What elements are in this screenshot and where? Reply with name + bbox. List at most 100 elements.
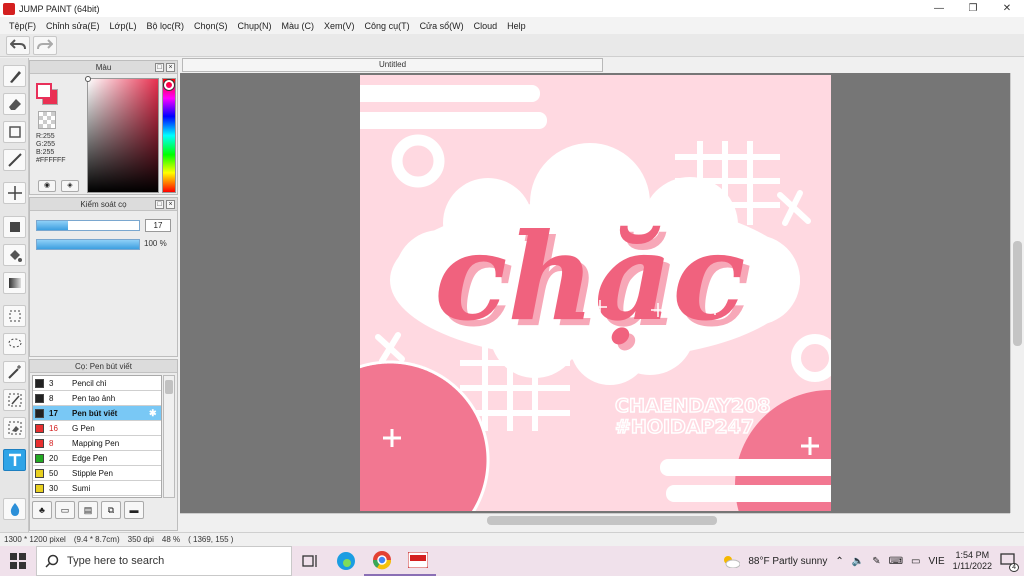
brush-group-button[interactable]: ♣ xyxy=(32,501,52,519)
move-tool[interactable] xyxy=(3,182,26,204)
color-history-button[interactable]: ◈ xyxy=(61,180,79,192)
weather-text[interactable]: 88°F Partly sunny xyxy=(748,556,827,567)
jump-paint-icon xyxy=(408,552,428,568)
brush-folder-button[interactable]: ▬ xyxy=(124,501,144,519)
menu-edit[interactable]: Chỉnh sửa(E) xyxy=(41,21,105,31)
start-button[interactable] xyxy=(0,546,36,576)
restore-button[interactable]: ❐ xyxy=(956,0,990,17)
fill-square-tool[interactable] xyxy=(3,216,26,238)
notifications-button[interactable]: 4 xyxy=(1000,552,1019,572)
sv-picker-handle[interactable] xyxy=(85,76,91,82)
brush-menu-button[interactable]: ▤ xyxy=(78,501,98,519)
taskbar-chrome[interactable] xyxy=(364,546,400,576)
brush-row[interactable]: 16 G Pen xyxy=(33,421,161,436)
panel-close-icon[interactable]: × xyxy=(166,200,175,209)
text-tool[interactable] xyxy=(3,449,26,471)
brush-row[interactable]: 17 Pen bút viết ✱ xyxy=(33,406,161,421)
marquee-icon xyxy=(9,310,20,322)
brush-row[interactable]: 50 Stipple Pen xyxy=(33,466,161,481)
brush-settings-icon[interactable]: ✱ xyxy=(149,408,161,419)
rgb-green: G:255 xyxy=(36,141,56,148)
tray-expand-icon[interactable]: ⌃ xyxy=(835,556,843,567)
brush-color-swatch xyxy=(35,408,44,418)
taskbar-edge[interactable] xyxy=(328,546,364,576)
menu-file[interactable]: Tệp(F) xyxy=(4,21,41,31)
clock[interactable]: 1:54 PM 1/11/2022 xyxy=(953,550,992,572)
undo-button[interactable] xyxy=(6,35,30,55)
brush-color-swatch xyxy=(35,468,44,478)
brush-row[interactable]: 30 Sumi xyxy=(33,481,161,496)
brush-list: 3 Pencil chì 8 Pen tạo ảnh 17 Pen bút viết ✱ 16… xyxy=(32,375,162,498)
close-button[interactable]: ✕ xyxy=(990,0,1024,17)
brush-size-value[interactable]: 17 xyxy=(145,219,171,232)
menu-window[interactable]: Cửa sổ(W) xyxy=(415,21,469,31)
brush-list-scrollbar[interactable] xyxy=(163,375,175,498)
vertical-scroll-thumb[interactable] xyxy=(1013,241,1022,346)
color-mode-button[interactable]: ◉ xyxy=(38,180,56,192)
redo-button[interactable] xyxy=(33,35,57,55)
menu-select[interactable]: Chọn(S) xyxy=(189,21,233,31)
display-icon[interactable]: ▭ xyxy=(911,556,920,567)
taskbar: Type here to search 88°F Partly sunny ⌃ … xyxy=(0,546,1024,576)
panel-float-icon[interactable]: □ xyxy=(155,63,164,72)
saturation-value-picker[interactable] xyxy=(87,78,159,193)
brush-size-slider[interactable] xyxy=(36,220,140,231)
hue-slider-handle[interactable] xyxy=(164,80,174,90)
menu-layer[interactable]: Lớp(L) xyxy=(105,21,142,31)
layer-color-tool[interactable] xyxy=(3,498,26,520)
horizontal-scrollbar[interactable] xyxy=(180,513,1010,527)
horizontal-scroll-thumb[interactable] xyxy=(487,516,717,525)
lasso-tool[interactable] xyxy=(3,333,26,355)
hue-slider[interactable] xyxy=(162,78,176,193)
minimize-button[interactable]: — xyxy=(922,0,956,17)
brush-row[interactable]: 20 Edge Pen xyxy=(33,451,161,466)
task-view-icon xyxy=(302,555,317,567)
task-view-button[interactable] xyxy=(292,546,328,576)
pen-icon[interactable]: ✎ xyxy=(872,556,880,567)
taskbar-search[interactable]: Type here to search xyxy=(36,546,292,576)
taskbar-jump-paint[interactable] xyxy=(400,546,436,576)
menu-help[interactable]: Help xyxy=(502,21,531,31)
droplet-icon xyxy=(10,503,19,516)
menu-capture[interactable]: Chụp(N) xyxy=(233,21,277,31)
gradient-tool[interactable] xyxy=(3,272,26,294)
brush-row[interactable]: 8 Pen tạo ảnh xyxy=(33,391,161,406)
brush-opacity-slider[interactable] xyxy=(36,239,140,250)
menu-filter[interactable]: Bộ lọc(R) xyxy=(141,21,189,31)
magic-wand-tool[interactable] xyxy=(3,361,26,383)
brush-size: 16 xyxy=(49,423,58,433)
shape-tool[interactable] xyxy=(3,121,26,143)
panel-close-icon[interactable]: × xyxy=(166,63,175,72)
transparent-color-swatch[interactable] xyxy=(38,111,56,129)
brush-row[interactable]: 3 Pencil chì xyxy=(33,376,161,391)
menu-view[interactable]: Xem(V) xyxy=(319,21,360,31)
select-eraser-tool[interactable] xyxy=(3,417,26,439)
copy-brush-button[interactable]: ⧉ xyxy=(101,501,121,519)
bucket-tool[interactable] xyxy=(3,244,26,266)
tool-strip xyxy=(0,58,29,532)
brush-scroll-thumb[interactable] xyxy=(165,380,173,394)
status-physical-size: (9.4 * 8.7cm) xyxy=(73,535,120,544)
brush-row[interactable]: 50Watercolor xyxy=(33,496,161,497)
brush-tool[interactable] xyxy=(3,65,26,87)
brush-size: 3 xyxy=(49,378,54,388)
deco-circle xyxy=(360,362,488,511)
canvas-area[interactable]: chặc chặc CHAENDAY208 #HOIDAP247 xyxy=(180,73,1010,513)
menu-cloud[interactable]: Cloud xyxy=(469,21,503,31)
volume-icon[interactable]: 🔈 xyxy=(852,556,864,567)
menu-color[interactable]: Màu (C) xyxy=(277,21,320,31)
select-pen-tool[interactable] xyxy=(3,389,26,411)
new-brush-button[interactable]: ▭ xyxy=(55,501,75,519)
line-tool[interactable] xyxy=(3,149,26,171)
eraser-tool[interactable] xyxy=(3,93,26,115)
foreground-color-swatch[interactable] xyxy=(36,83,52,99)
vertical-scrollbar[interactable] xyxy=(1010,73,1024,513)
artwork-canvas[interactable]: chặc chặc CHAENDAY208 #HOIDAP247 xyxy=(360,75,831,511)
input-language[interactable]: VIE xyxy=(929,556,945,567)
brush-row[interactable]: 8 Mapping Pen xyxy=(33,436,161,451)
menu-tools[interactable]: Công cụ(T) xyxy=(360,21,415,31)
document-tab[interactable]: Untitled xyxy=(182,58,603,72)
rect-select-tool[interactable] xyxy=(3,305,26,327)
keyboard-icon[interactable]: ⌨ xyxy=(889,556,903,567)
panel-float-icon[interactable]: □ xyxy=(155,200,164,209)
